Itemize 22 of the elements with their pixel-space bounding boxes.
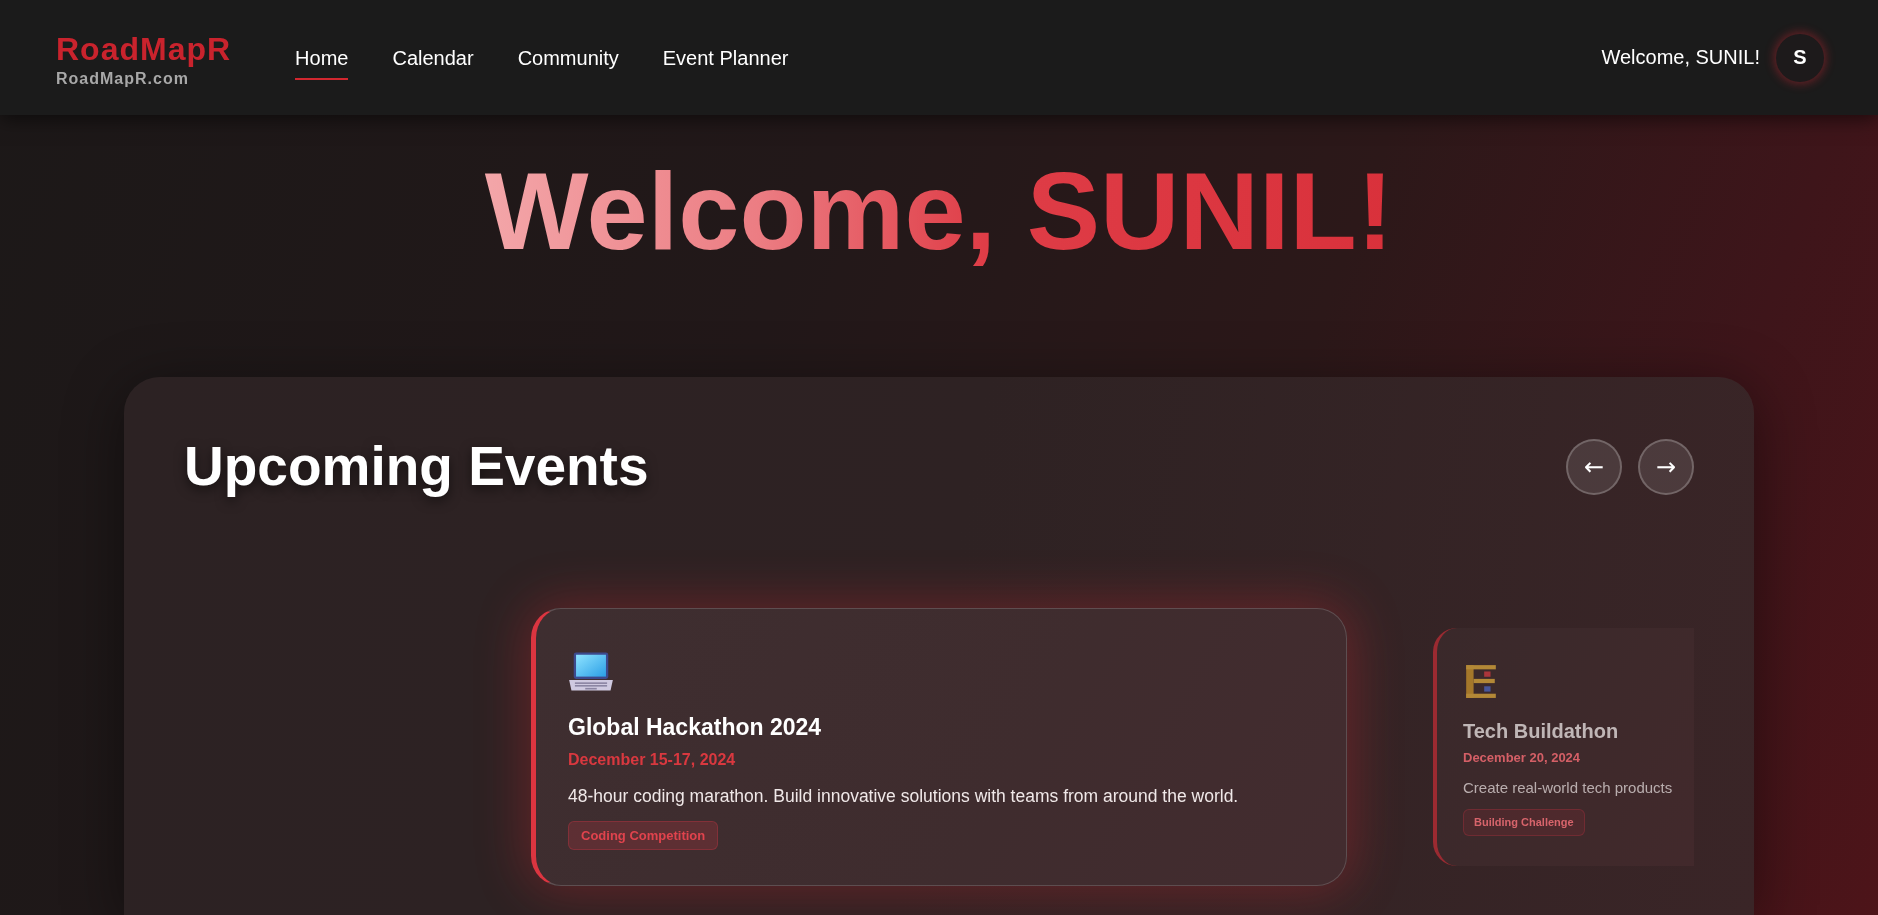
previous-button[interactable]: ←	[1566, 438, 1622, 495]
nav-link[interactable]: Community	[517, 45, 619, 80]
event-card[interactable]: Global Hackathon 2024 December 15-17, 2024 48-hour coding marathon. Build innovative solutions with teams from around the world. Coding Competition	[531, 608, 1347, 886]
nav-link[interactable]: Event Planner	[662, 45, 789, 80]
event-description: 48-hour coding marathon. Build innovative solutions with teams from around the world.	[568, 785, 1239, 808]
next-button[interactable]: →	[1638, 438, 1694, 495]
nav-link[interactable]: Home	[295, 45, 349, 80]
nav-link[interactable]: Calendar	[392, 45, 474, 80]
event-tag: Building Challenge	[1463, 809, 1585, 836]
event-date: December 15-17, 2024	[568, 750, 736, 770]
scaffold-icon	[1463, 663, 1499, 699]
laptop-icon	[568, 652, 614, 692]
avatar[interactable]: S	[1776, 33, 1824, 82]
section-title: Upcoming Events	[184, 434, 649, 499]
event-date: December 20, 2024	[1463, 749, 1581, 767]
event-card[interactable]: Tech Buildathon December 20, 2024 Create real-world tech products Building Challenge	[1433, 628, 1694, 866]
event-tag: Coding Competition	[568, 821, 719, 850]
event-title: Tech Buildathon	[1463, 719, 1619, 744]
logo-subtitle: RoadMapR.com	[56, 68, 189, 89]
welcome-text: Welcome, SUNIL!	[1601, 46, 1760, 69]
event-description: Create real-world tech products	[1463, 778, 1673, 798]
event-title: Global Hackathon 2024	[568, 713, 822, 742]
